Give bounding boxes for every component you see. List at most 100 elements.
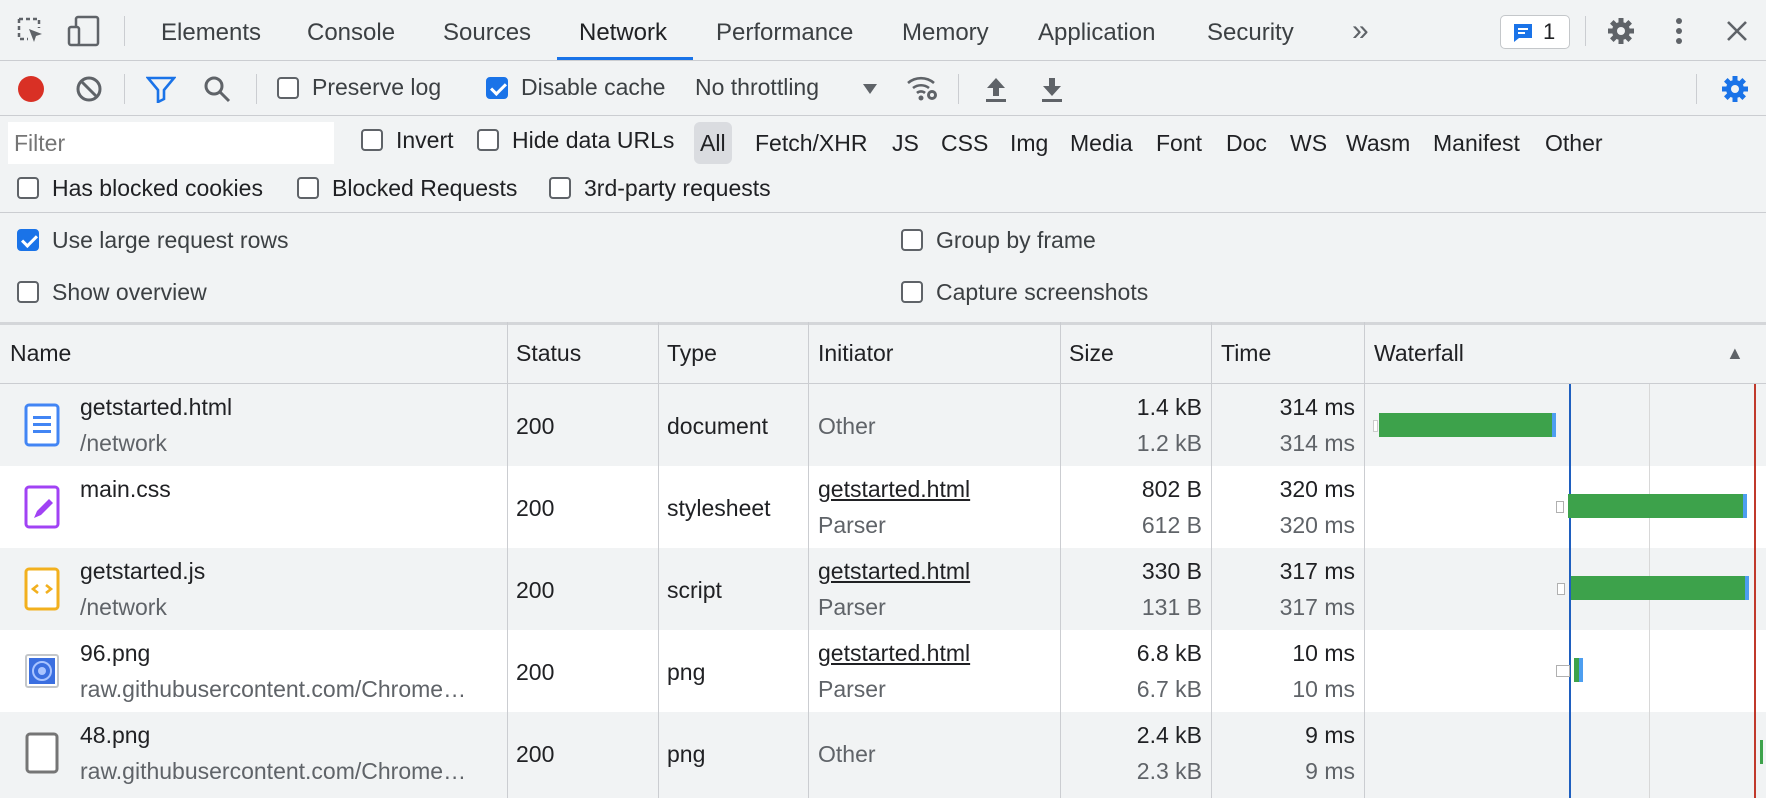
column-header-waterfall[interactable]: Waterfall: [1374, 322, 1464, 384]
settings-gear-icon[interactable]: [1604, 14, 1638, 48]
request-time: 314 ms: [1279, 394, 1355, 420]
request-name[interactable]: 48.png: [80, 722, 150, 749]
close-icon[interactable]: [1722, 16, 1752, 46]
capture-screenshots-label: Capture screenshots: [936, 279, 1149, 305]
type-filter-ws[interactable]: WS: [1284, 122, 1333, 164]
import-har-icon[interactable]: [982, 74, 1010, 104]
waterfall-queue: [1557, 583, 1565, 595]
request-status: 200: [516, 659, 555, 685]
network-settings-gear-icon[interactable]: [1718, 72, 1752, 106]
third-party-requests-checkbox[interactable]: [549, 177, 571, 199]
waterfall-bar-download: [1579, 658, 1583, 682]
request-type: png: [667, 741, 706, 767]
tab-elements[interactable]: Elements: [161, 0, 261, 60]
tab-memory[interactable]: Memory: [902, 0, 989, 60]
has-blocked-cookies-checkbox[interactable]: [17, 177, 39, 199]
request-name[interactable]: 96.png: [80, 640, 150, 667]
type-filter-wasm[interactable]: Wasm: [1340, 122, 1416, 164]
hide-data-urls-label: Hide data URLs: [512, 127, 675, 153]
type-filter-fetch-xhr[interactable]: Fetch/XHR: [749, 122, 873, 164]
filter-icon[interactable]: [146, 74, 176, 104]
column-divider[interactable]: [808, 322, 809, 798]
column-divider[interactable]: [507, 322, 508, 798]
tab-sources[interactable]: Sources: [443, 0, 531, 60]
tab-performance[interactable]: Performance: [716, 0, 853, 60]
column-divider[interactable]: [1211, 322, 1212, 798]
type-filter-media[interactable]: Media: [1064, 122, 1139, 164]
blocked-requests-checkbox[interactable]: [297, 177, 319, 199]
capture-screenshots-checkbox[interactable]: [901, 281, 923, 303]
initiator-link[interactable]: getstarted.html: [818, 476, 970, 503]
tab-divider: [1585, 16, 1586, 46]
tab-application[interactable]: Application: [1038, 0, 1155, 60]
column-divider[interactable]: [1364, 322, 1365, 798]
column-header-size[interactable]: Size: [1069, 322, 1114, 384]
request-latency: 317 ms: [1279, 594, 1355, 620]
invert-checkbox[interactable]: [361, 129, 383, 151]
column-header-time[interactable]: Time: [1221, 322, 1271, 384]
tab-console[interactable]: Console: [307, 0, 395, 60]
type-filter-all[interactable]: All: [694, 122, 732, 164]
request-name[interactable]: main.css: [80, 476, 171, 503]
network-conditions-icon[interactable]: [904, 72, 940, 104]
request-name[interactable]: getstarted.js: [80, 558, 205, 585]
preserve-log-checkbox[interactable]: [277, 77, 299, 99]
type-filter-img[interactable]: Img: [1004, 122, 1054, 164]
chevron-down-icon[interactable]: [860, 80, 880, 98]
preserve-log-label: Preserve log: [312, 74, 442, 100]
request-path: /network: [80, 594, 167, 620]
type-filter-js[interactable]: JS: [886, 122, 925, 164]
request-status: 200: [516, 577, 555, 603]
type-filter-manifest[interactable]: Manifest: [1427, 122, 1526, 164]
column-divider[interactable]: [1060, 322, 1061, 798]
waterfall-bar: [1571, 576, 1745, 600]
column-header-name[interactable]: Name: [10, 322, 71, 384]
request-status: 200: [516, 741, 555, 767]
request-time: 320 ms: [1279, 476, 1355, 502]
request-size: 330 B: [1141, 558, 1202, 584]
initiator-type: Parser: [818, 676, 886, 702]
column-divider[interactable]: [658, 322, 659, 798]
type-filter-doc[interactable]: Doc: [1220, 122, 1273, 164]
column-header-initiator[interactable]: Initiator: [818, 322, 893, 384]
initiator-link[interactable]: getstarted.html: [818, 640, 970, 667]
request-time: 10 ms: [1292, 640, 1355, 666]
toolbar-divider: [958, 74, 959, 104]
image-placeholder-icon: [22, 730, 62, 776]
issues-badge[interactable]: 1: [1500, 15, 1570, 49]
tab-security[interactable]: Security: [1207, 0, 1294, 60]
table-row[interactable]: [0, 712, 1766, 798]
column-header-status[interactable]: Status: [516, 322, 581, 384]
show-overview-checkbox[interactable]: [17, 281, 39, 303]
initiator-link[interactable]: getstarted.html: [818, 558, 970, 585]
inspect-element-icon[interactable]: [14, 14, 48, 48]
group-by-frame-checkbox[interactable]: [901, 229, 923, 251]
request-type: script: [667, 577, 722, 603]
waterfall-bar: [1568, 494, 1743, 518]
initiator-type: Parser: [818, 594, 886, 620]
export-har-icon[interactable]: [1038, 74, 1066, 104]
clear-icon[interactable]: [74, 74, 104, 104]
filter-input[interactable]: [8, 122, 334, 164]
hide-data-urls-checkbox[interactable]: [477, 129, 499, 151]
large-rows-checkbox[interactable]: [17, 229, 39, 251]
column-header-type[interactable]: Type: [667, 322, 717, 384]
tab-network[interactable]: Network: [579, 0, 667, 60]
type-filter-css[interactable]: CSS: [935, 122, 994, 164]
type-filter-other[interactable]: Other: [1539, 122, 1609, 164]
more-tabs-button[interactable]: »: [1352, 0, 1369, 60]
request-type: png: [667, 659, 706, 685]
request-resource-size: 2.3 kB: [1136, 758, 1202, 784]
search-icon[interactable]: [202, 74, 232, 104]
device-toolbar-icon[interactable]: [66, 14, 102, 48]
more-options-icon[interactable]: [1664, 14, 1694, 48]
sort-ascending-icon[interactable]: ▲: [1726, 322, 1744, 384]
request-name[interactable]: getstarted.html: [80, 394, 232, 421]
waterfall-bar: [1379, 413, 1552, 437]
request-size: 1.4 kB: [1136, 394, 1202, 420]
type-filter-font[interactable]: Font: [1150, 122, 1208, 164]
throttling-select[interactable]: No throttling: [695, 74, 819, 101]
disable-cache-checkbox[interactable]: [486, 77, 508, 99]
record-icon[interactable]: [16, 74, 46, 104]
disable-cache-label: Disable cache: [521, 74, 666, 100]
